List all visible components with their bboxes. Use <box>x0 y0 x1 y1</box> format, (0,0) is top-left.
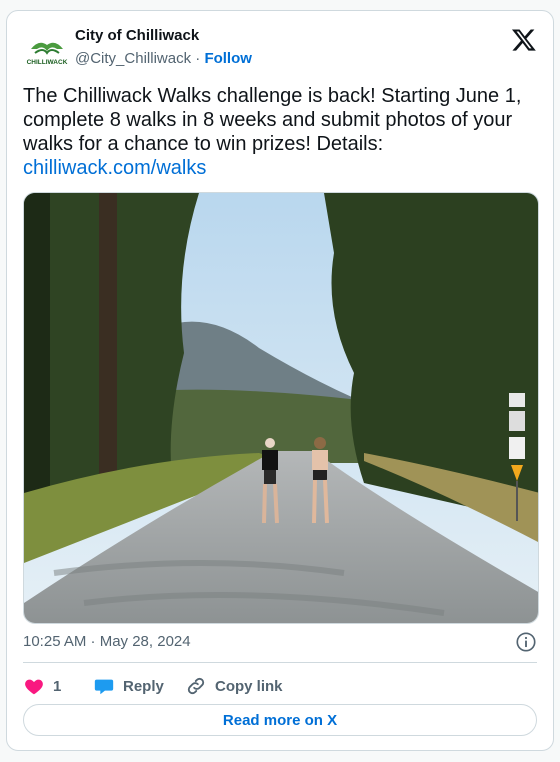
tweet-link[interactable]: chilliwack.com/walks <box>23 156 537 180</box>
heart-icon <box>25 679 43 695</box>
tweet-card: CHILLIWACK City of Chilliwack @City_Chil… <box>6 10 554 751</box>
author-name[interactable]: City of Chilliwack <box>75 27 199 44</box>
tweet-header: CHILLIWACK City of Chilliwack @City_Chil… <box>23 25 537 75</box>
tweet-photo[interactable] <box>23 192 539 624</box>
reply-bubble-icon <box>94 679 114 695</box>
avatar[interactable]: CHILLIWACK <box>23 31 71 71</box>
divider <box>23 662 537 663</box>
read-more-button[interactable]: Read more on X <box>23 704 537 736</box>
x-logo-icon[interactable] <box>511 27 537 53</box>
copy-link-button[interactable]: Copy link <box>185 674 283 698</box>
reply-button[interactable]: Reply <box>93 674 164 698</box>
author-handle[interactable]: @City_Chilliwack <box>75 50 191 67</box>
tweet-body: The Chilliwack Walks challenge is back! … <box>23 85 522 155</box>
avatar-wordmark: CHILLIWACK <box>27 59 68 66</box>
separator-dot: · <box>195 50 201 67</box>
tweet-actions: 1 Reply Copy link <box>23 674 423 698</box>
reply-label: Reply <box>123 677 164 695</box>
link-icon <box>187 677 205 695</box>
follow-button[interactable]: Follow <box>204 50 252 67</box>
info-icon[interactable] <box>515 631 537 653</box>
copy-link-label: Copy link <box>215 677 283 695</box>
tweet-timestamp[interactable]: 10:25 AM · May 28, 2024 <box>23 633 191 650</box>
like-button[interactable]: 1 <box>23 674 61 698</box>
tweet-text: The Chilliwack Walks challenge is back! … <box>23 84 537 180</box>
author-handle-row: @City_Chilliwack · Follow <box>75 50 252 67</box>
like-count: 1 <box>53 677 62 695</box>
